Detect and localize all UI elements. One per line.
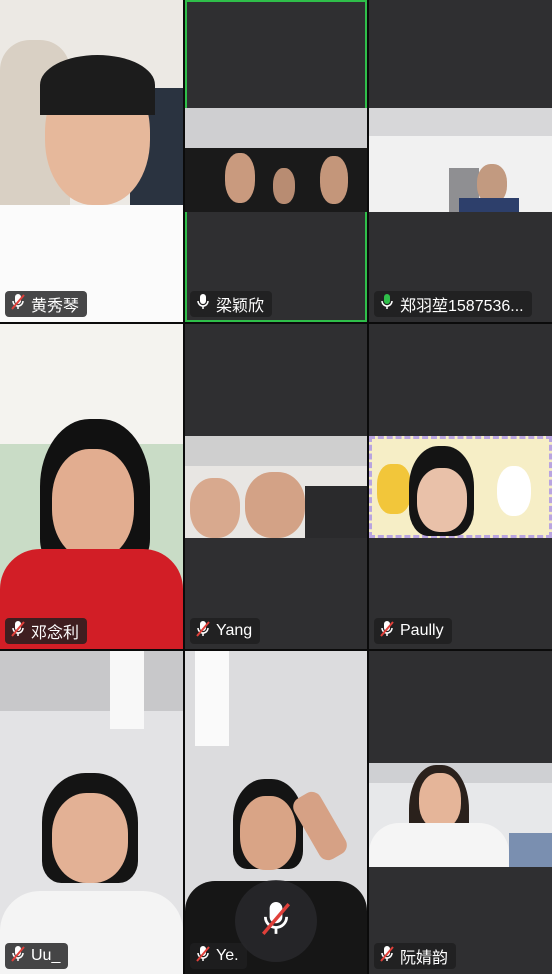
participant-name: 阮婧韵 — [400, 950, 449, 967]
participant-tile[interactable]: Uu_ — [0, 651, 183, 974]
video-gallery: 黄秀琴 梁颖欣 郑羽堃1587536... 邓念利 Yang Paully Uu… — [0, 0, 552, 974]
participant-name: Uu_ — [31, 947, 61, 964]
participant-video — [369, 763, 552, 867]
participant-tile[interactable]: 郑羽堃1587536... — [369, 0, 552, 322]
participant-nameplate: 阮婧韵 — [374, 943, 457, 969]
self-mic-toggle-button[interactable] — [235, 880, 317, 962]
participant-tile[interactable]: Yang — [185, 324, 367, 649]
mic-muted-icon — [379, 620, 395, 643]
mic-muted-icon — [195, 620, 211, 643]
participant-tile[interactable]: 梁颖欣 — [185, 0, 367, 322]
mic-muted-icon — [10, 945, 26, 968]
participant-nameplate: Yang — [190, 618, 261, 644]
participant-nameplate: 郑羽堃1587536... — [374, 291, 532, 317]
participant-video — [0, 0, 183, 322]
participant-name: 郑羽堃1587536... — [400, 298, 524, 315]
participant-video — [369, 436, 552, 538]
participant-video — [0, 324, 183, 649]
participant-video — [185, 436, 367, 538]
participant-name: Yang — [216, 622, 253, 639]
participant-name: Paully — [400, 622, 444, 639]
mic-icon — [195, 293, 211, 316]
participant-tile[interactable]: Paully — [369, 324, 552, 649]
participant-nameplate: 黄秀琴 — [5, 291, 88, 317]
mic-muted-icon — [259, 899, 293, 944]
participant-name: Ye. — [216, 947, 239, 964]
participant-nameplate: 邓念利 — [5, 618, 88, 644]
participant-nameplate: Ye. — [190, 943, 247, 969]
participant-name: 邓念利 — [31, 625, 80, 642]
participant-video — [185, 108, 367, 212]
participant-name: 黄秀琴 — [31, 298, 80, 315]
mic-muted-icon — [379, 945, 395, 968]
participant-video — [0, 651, 183, 974]
participant-name: 梁颖欣 — [216, 298, 265, 315]
participant-nameplate: 梁颖欣 — [190, 291, 273, 317]
mic-muted-icon — [10, 620, 26, 643]
participant-tile[interactable]: 黄秀琴 — [0, 0, 183, 322]
participant-tile[interactable]: 邓念利 — [0, 324, 183, 649]
mic-speaking-icon — [379, 293, 395, 316]
participant-tile[interactable]: 阮婧韵 — [369, 651, 552, 974]
participant-video — [369, 108, 552, 212]
participant-nameplate: Paully — [374, 618, 452, 644]
participant-nameplate: Uu_ — [5, 943, 69, 969]
mic-muted-icon — [10, 293, 26, 316]
mic-muted-icon — [195, 945, 211, 968]
